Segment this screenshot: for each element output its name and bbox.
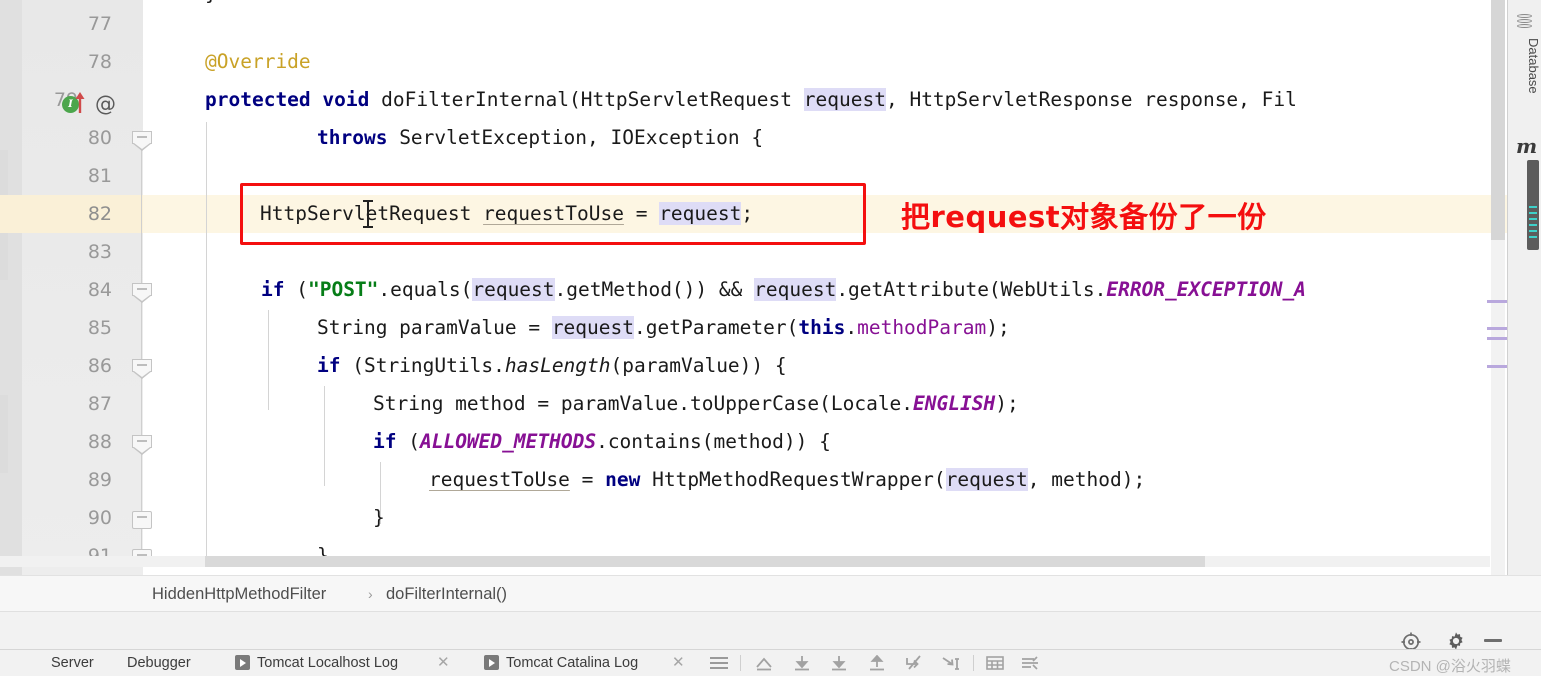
code-line-78: @Override xyxy=(205,50,311,73)
menu-icon[interactable] xyxy=(709,656,729,675)
toolbar-divider xyxy=(740,655,741,671)
code-line-89: requestToUse = new HttpMethodRequestWrap… xyxy=(429,468,1146,491)
tomcat-catalina-log-run-icon[interactable] xyxy=(484,655,499,670)
step-out-icon[interactable] xyxy=(753,655,775,676)
run-to-cursor-icon[interactable] xyxy=(940,655,964,677)
evaluate-expression-icon[interactable] xyxy=(985,655,1005,676)
right-tool-strip: Database m Maven xyxy=(1507,0,1541,605)
annotation-label: 把request对象备份了一份 xyxy=(901,200,1267,234)
toolbar-divider xyxy=(973,655,974,671)
code-line-87: String method = paramValue.toUpperCase(L… xyxy=(373,392,1019,415)
code-line-85: String paramValue = request.getParameter… xyxy=(317,316,1010,339)
tomcat-localhost-log-run-icon[interactable] xyxy=(235,655,250,670)
tab-server[interactable]: Server xyxy=(51,650,94,676)
code-line-84: if ("POST".equals(request.getMethod()) &… xyxy=(261,278,1306,301)
scrollbar-usage-marker xyxy=(1487,300,1509,303)
breadcrumb-separator: › xyxy=(368,586,373,602)
close-icon[interactable]: ✕ xyxy=(437,650,450,676)
minimize-icon[interactable] xyxy=(1484,639,1502,642)
tab-debugger[interactable]: Debugger xyxy=(127,650,191,676)
step-into-icon[interactable] xyxy=(828,655,850,676)
code-line-88: if (ALLOWED_METHODS.contains(method)) { xyxy=(373,430,831,453)
code-line-86: if (StringUtils.hasLength(paramValue)) { xyxy=(317,354,787,377)
code-line-partial-top: } xyxy=(205,0,217,5)
tab-tomcat-localhost-log[interactable]: Tomcat Localhost Log xyxy=(257,650,398,676)
code-editor[interactable]: 77 78 79 80 81 82 83 84 85 86 87 88 89 9… xyxy=(0,0,1541,575)
bottom-tool-window-bar: Server Debugger Tomcat Localhost Log ✕ T… xyxy=(0,649,1541,676)
tool-tab-database[interactable]: Database xyxy=(1508,38,1541,94)
code-line-79: protected void doFilterInternal(HttpServ… xyxy=(205,88,1297,111)
watermark: CSDN @浴火羽蝶 xyxy=(1389,658,1511,675)
breadcrumb-item-class[interactable]: HiddenHttpMethodFilter xyxy=(152,576,326,612)
scrollbar-usage-marker xyxy=(1487,337,1509,340)
annotation-highlight-box xyxy=(240,183,866,245)
editor-horizontal-scrollbar-thumb[interactable] xyxy=(205,556,1205,567)
breadcrumb-item-method[interactable]: doFilterInternal() xyxy=(386,576,507,612)
layout-settings-icon[interactable] xyxy=(1020,655,1042,676)
tool-window-control-strip xyxy=(0,611,1541,652)
maven-scroll-indicator xyxy=(1527,160,1539,250)
ide-window: 77 78 79 80 81 82 83 84 85 86 87 88 89 9… xyxy=(0,0,1541,676)
breadcrumb[interactable]: HiddenHttpMethodFilter › doFilterInterna… xyxy=(0,575,1541,612)
maven-m-icon: m xyxy=(1516,134,1538,158)
editor-vertical-scrollbar-thumb[interactable] xyxy=(1491,0,1505,240)
database-icon xyxy=(1517,14,1532,31)
smart-step-into-icon[interactable] xyxy=(903,655,927,676)
close-icon[interactable]: ✕ xyxy=(672,650,685,676)
scrollbar-usage-marker xyxy=(1487,365,1509,368)
step-over-icon[interactable] xyxy=(791,655,813,676)
code-line-80: throws ServletException, IOException { xyxy=(317,126,764,149)
code-line-90: } xyxy=(373,506,385,529)
force-step-into-icon[interactable] xyxy=(866,654,888,676)
tab-tomcat-catalina-log[interactable]: Tomcat Catalina Log xyxy=(506,650,638,676)
scrollbar-usage-marker xyxy=(1487,327,1509,330)
code-text[interactable]: } @Override protected void doFilterInter… xyxy=(0,0,1541,575)
